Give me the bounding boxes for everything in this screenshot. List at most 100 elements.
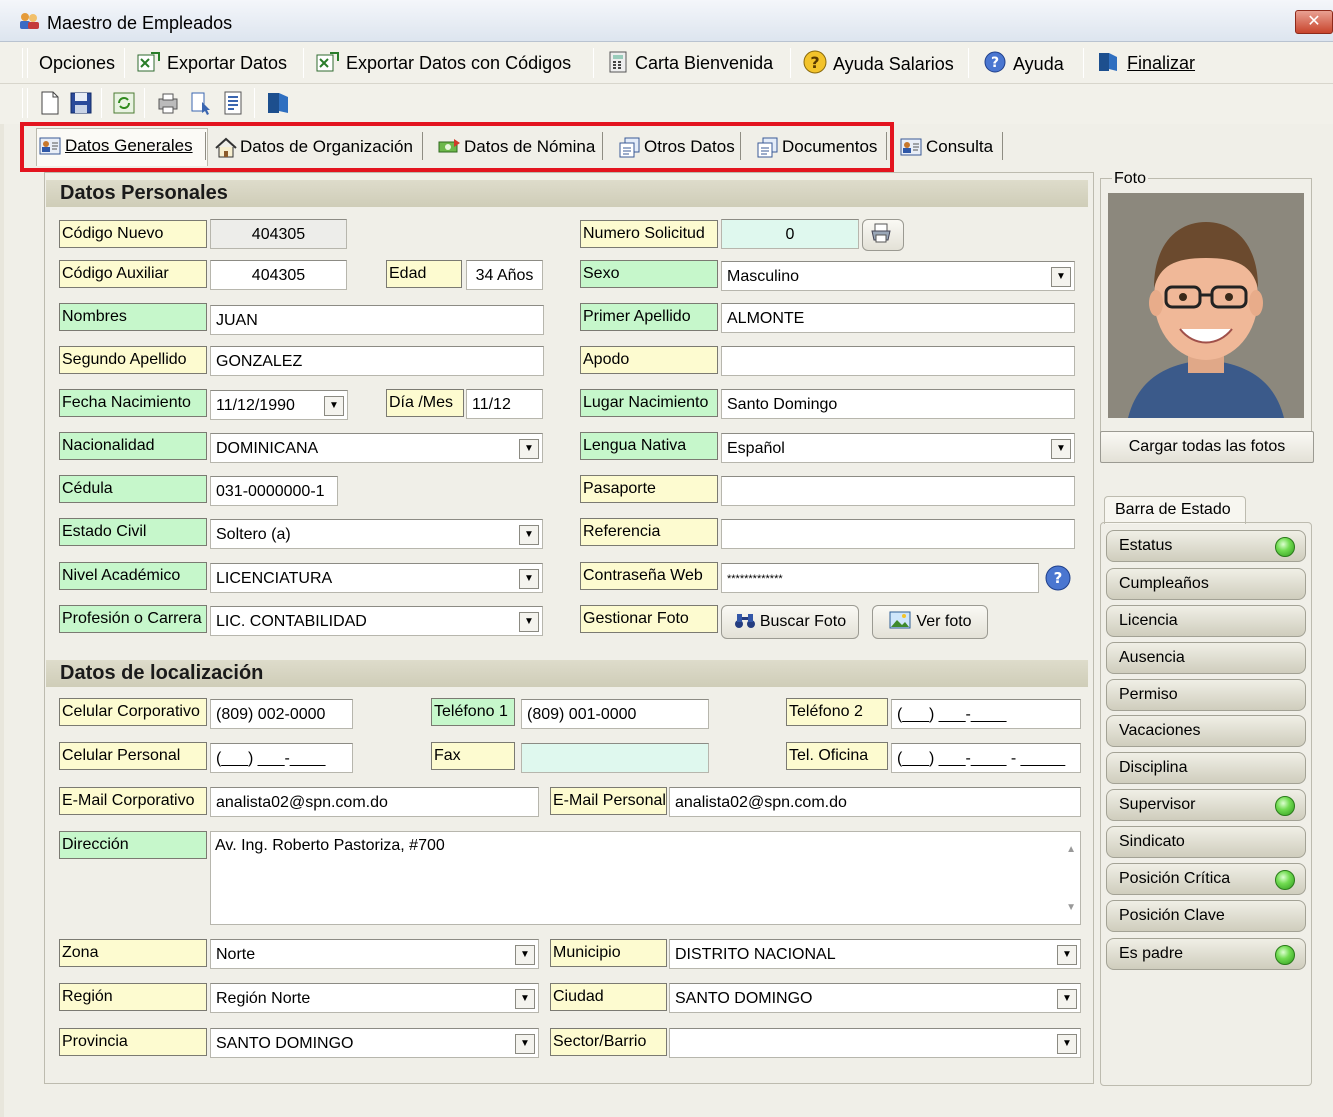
photo-group-label: Foto	[1112, 170, 1149, 188]
field-email-personal[interactable]: analista02@spn.com.do	[669, 787, 1081, 817]
status-ausencia[interactable]: Ausencia	[1106, 642, 1306, 674]
select-profesion[interactable]: LIC. CONTABILIDAD ▼	[210, 606, 543, 636]
menu-carta-bienvenida[interactable]: Carta Bienvenida	[607, 50, 773, 76]
menu-separator	[22, 48, 23, 78]
field-codigo-auxiliar[interactable]: 404305	[210, 260, 347, 290]
select-value: LIC. CONTABILIDAD	[216, 613, 367, 630]
new-document-icon[interactable]	[37, 90, 63, 116]
status-cumpleanos[interactable]: Cumpleaños	[1106, 568, 1306, 600]
field-fax[interactable]	[521, 743, 709, 773]
menu-ayuda-salarios[interactable]: ? Ayuda Salarios	[803, 50, 954, 76]
print-button[interactable]	[862, 219, 904, 251]
select-region[interactable]: Región Norte ▼	[210, 983, 539, 1013]
toolbar	[0, 84, 1333, 124]
status-bar-tab[interactable]: Barra de Estado	[1104, 496, 1246, 524]
select-estado-civil[interactable]: Soltero (a) ▼	[210, 519, 543, 549]
field-lugar-nacimiento[interactable]: Santo Domingo	[721, 389, 1075, 419]
field-telefono1[interactable]: (809) 001-0000	[521, 699, 709, 729]
status-disciplina[interactable]: Disciplina	[1106, 752, 1306, 784]
status-vacaciones[interactable]: Vacaciones	[1106, 715, 1306, 747]
select-provincia[interactable]: SANTO DOMINGO ▼	[210, 1028, 539, 1058]
status-estatus[interactable]: Estatus	[1106, 530, 1306, 562]
textarea-direccion[interactable]: Av. Ing. Roberto Pastoriza, #700 ▲ ▼	[210, 831, 1081, 925]
field-telefono2[interactable]: (___) ___-____	[891, 699, 1081, 729]
chevron-down-icon[interactable]: ▼	[1057, 1034, 1077, 1054]
status-es-padre[interactable]: Es padre	[1106, 938, 1306, 970]
select-value: Masculino	[727, 268, 800, 285]
chevron-down-icon[interactable]: ▼	[519, 525, 539, 545]
status-label: Sindicato	[1119, 833, 1185, 850]
scroll-down-icon[interactable]: ▼	[1066, 898, 1076, 918]
status-licencia[interactable]: Licencia	[1106, 605, 1306, 637]
select-lengua-nativa[interactable]: Español ▼	[721, 433, 1075, 463]
chevron-down-icon[interactable]: ▼	[519, 612, 539, 632]
status-label: Supervisor	[1119, 796, 1196, 813]
tab-separator	[1002, 132, 1003, 160]
status-label: Posición Crítica	[1119, 870, 1231, 887]
buscar-foto-button[interactable]: Buscar Foto	[721, 605, 859, 639]
label-provincia: Provincia	[59, 1028, 207, 1056]
field-cedula[interactable]: 031-0000000-1	[210, 476, 338, 506]
field-segundo-apellido[interactable]: GONZALEZ	[210, 346, 544, 376]
status-posicion-clave[interactable]: Posición Clave	[1106, 900, 1306, 932]
chevron-down-icon[interactable]: ▼	[519, 569, 539, 589]
status-permiso[interactable]: Permiso	[1106, 679, 1306, 711]
field-numero-solicitud[interactable]: 0	[721, 219, 859, 249]
select-zona[interactable]: Norte ▼	[210, 939, 539, 969]
field-contrasena-web[interactable]: *************	[721, 563, 1039, 593]
field-nombres[interactable]: JUAN	[210, 305, 544, 335]
menu-ayuda[interactable]: ? Ayuda	[983, 50, 1064, 76]
ver-foto-button[interactable]: Ver foto	[872, 605, 988, 639]
report-icon[interactable]	[220, 90, 246, 116]
select-municipio[interactable]: DISTRITO NACIONAL ▼	[669, 939, 1081, 969]
chevron-down-icon[interactable]: ▼	[324, 396, 344, 416]
select-nivel-academico[interactable]: LICENCIATURA ▼	[210, 563, 543, 593]
field-edad[interactable]: 34 Años	[466, 260, 543, 290]
menu-finalizar[interactable]: Finalizar	[1097, 50, 1195, 76]
field-fecha-nacimiento[interactable]: 11/12/1990 ▼	[210, 390, 348, 420]
cargar-fotos-button[interactable]: Cargar todas las fotos	[1100, 431, 1314, 463]
select-ciudad[interactable]: SANTO DOMINGO ▼	[669, 983, 1081, 1013]
field-codigo-nuevo[interactable]: 404305	[210, 219, 347, 249]
field-referencia[interactable]	[721, 519, 1075, 549]
menu-exportar-datos[interactable]: Exportar Datos	[137, 50, 287, 76]
print-preview-icon[interactable]	[155, 90, 181, 116]
toolbar-separator	[101, 88, 102, 118]
status-posicion-critica[interactable]: Posición Crítica	[1106, 863, 1306, 895]
chevron-down-icon[interactable]: ▼	[1051, 439, 1071, 459]
tab-consulta[interactable]: Consulta	[898, 130, 1002, 164]
refresh-icon[interactable]	[111, 90, 137, 116]
select-nacionalidad[interactable]: DOMINICANA ▼	[210, 433, 543, 463]
status-sindicato[interactable]: Sindicato	[1106, 826, 1306, 858]
exit-icon[interactable]	[265, 90, 291, 116]
select-sexo[interactable]: Masculino ▼	[721, 261, 1075, 291]
field-tel-oficina[interactable]: (___) ___-____ - _____	[891, 743, 1081, 773]
tab-label: Consulta	[926, 137, 994, 156]
field-celular-personal[interactable]: (___) ___-____	[210, 743, 353, 773]
chevron-down-icon[interactable]: ▼	[519, 439, 539, 459]
field-primer-apellido[interactable]: ALMONTE	[721, 303, 1075, 333]
chevron-down-icon[interactable]: ▼	[515, 1034, 535, 1054]
menu-exportar-datos-codigos[interactable]: Exportar Datos con Códigos	[316, 50, 571, 76]
chevron-down-icon[interactable]: ▼	[515, 945, 535, 965]
status-supervisor[interactable]: Supervisor	[1106, 789, 1306, 821]
field-pasaporte[interactable]	[721, 476, 1075, 506]
scroll-up-icon[interactable]: ▲	[1066, 840, 1076, 860]
date-value: 11/12/1990	[216, 397, 295, 414]
select-sector[interactable]: ▼	[669, 1028, 1081, 1058]
green-led-icon	[1275, 537, 1295, 557]
chevron-down-icon[interactable]: ▼	[1057, 989, 1077, 1009]
menu-opciones[interactable]: Opciones	[39, 50, 115, 76]
chevron-down-icon[interactable]: ▼	[515, 989, 535, 1009]
help-icon[interactable]: ?	[1043, 564, 1073, 592]
chevron-down-icon[interactable]: ▼	[1051, 267, 1071, 287]
field-email-corporativo[interactable]: analista02@spn.com.do	[210, 787, 539, 817]
close-button[interactable]: ✕	[1295, 10, 1333, 34]
field-celular-corporativo[interactable]: (809) 002-0000	[210, 699, 353, 729]
document-pointer-icon[interactable]	[188, 90, 214, 116]
field-apodo[interactable]	[721, 346, 1075, 376]
menu-separator	[593, 48, 594, 78]
field-dia-mes[interactable]: 11/12	[466, 389, 543, 419]
chevron-down-icon[interactable]: ▼	[1057, 945, 1077, 965]
save-icon[interactable]	[68, 90, 94, 116]
